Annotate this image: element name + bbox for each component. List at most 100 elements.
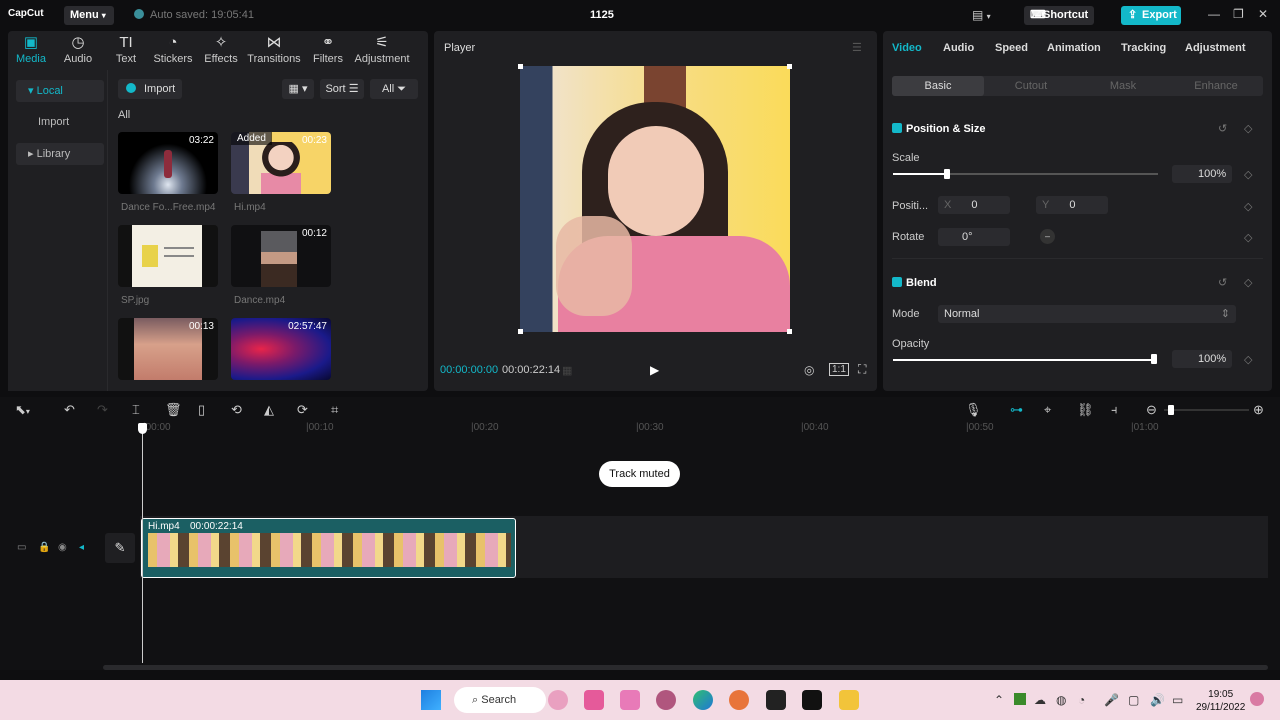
- timeline-scrollbar[interactable]: [103, 665, 1268, 670]
- speaker-muted-icon[interactable]: ◂: [79, 542, 84, 553]
- reset-icon[interactable]: ↺: [1218, 276, 1227, 289]
- position-y-input[interactable]: Y0: [1036, 196, 1108, 214]
- rotate-icon[interactable]: ⟳: [297, 402, 308, 418]
- scale-slider-knob[interactable]: [944, 169, 950, 179]
- cover-icon[interactable]: ▭: [17, 542, 26, 553]
- zoom-out-icon[interactable]: ⊖: [1146, 402, 1157, 418]
- subtab-cutout[interactable]: Cutout: [985, 76, 1077, 96]
- zoom-slider-knob[interactable]: [1168, 405, 1174, 415]
- tab-effects[interactable]: ✧ Effects: [204, 33, 238, 65]
- sidebar-item-local[interactable]: ▾ Local: [16, 80, 104, 102]
- tab-text[interactable]: TI Text: [114, 33, 138, 65]
- clock[interactable]: 19:05 29/11/2022: [1196, 688, 1245, 714]
- tab-tracking[interactable]: Tracking: [1121, 42, 1166, 54]
- sidebar-item-library[interactable]: ▸ Library: [16, 143, 104, 165]
- maps-icon[interactable]: [729, 690, 749, 710]
- resize-handle[interactable]: [787, 329, 792, 334]
- mirror-icon[interactable]: ◭: [264, 402, 274, 418]
- close-icon[interactable]: ✕: [1258, 7, 1268, 21]
- minimize-icon[interactable]: —: [1208, 7, 1220, 21]
- windows-start-icon[interactable]: [421, 690, 441, 710]
- link-icon[interactable]: ⊶: [1010, 402, 1023, 418]
- chain-icon[interactable]: ⛓: [1077, 402, 1094, 418]
- shortcut-button[interactable]: ⌨ Shortcut: [1024, 6, 1094, 25]
- opacity-slider[interactable]: [893, 359, 1153, 361]
- media-item[interactable]: 02:57:47: [231, 318, 331, 380]
- rotate-dial[interactable]: –: [1040, 229, 1055, 244]
- tab-audio[interactable]: Audio: [943, 42, 974, 54]
- view-toggle[interactable]: ▦ ▾: [282, 79, 314, 99]
- tab-adjustment[interactable]: Adjustment: [1185, 42, 1246, 54]
- notification-icon[interactable]: ▢: [1128, 693, 1139, 707]
- wifi-icon[interactable]: ◔: [1078, 693, 1085, 707]
- keyframe-icon[interactable]: ◇: [1244, 276, 1252, 289]
- zoom-slider[interactable]: [1164, 409, 1249, 411]
- snap-icon[interactable]: ⌖: [1044, 402, 1051, 418]
- media-item[interactable]: 00:13: [118, 318, 218, 380]
- playhead-handle[interactable]: [138, 423, 147, 434]
- volume-icon[interactable]: 🔊: [1150, 693, 1165, 707]
- grid-icon[interactable]: ▦: [562, 364, 572, 377]
- keyframe-icon[interactable]: ◇: [1244, 168, 1252, 181]
- camera-icon[interactable]: ◍: [1056, 693, 1066, 707]
- mode-select[interactable]: Normal ⇕: [938, 305, 1236, 323]
- resize-handle[interactable]: [787, 64, 792, 69]
- chevron-up-icon[interactable]: ⌃: [994, 693, 1004, 707]
- undo-icon[interactable]: ↶: [64, 402, 75, 418]
- select-icon[interactable]: ⬉▾: [15, 402, 30, 418]
- nvidia-icon[interactable]: [1014, 693, 1026, 705]
- redo-icon[interactable]: ↷: [97, 402, 108, 418]
- resize-handle[interactable]: [518, 329, 523, 334]
- keyframe-icon[interactable]: ◇: [1244, 122, 1252, 135]
- position-size-section[interactable]: Position & Size: [892, 123, 985, 135]
- keyframe-icon[interactable]: ◇: [1244, 353, 1252, 366]
- export-button[interactable]: ⇪ Export: [1121, 6, 1181, 25]
- subtab-mask[interactable]: Mask: [1077, 76, 1169, 96]
- tab-transitions[interactable]: ⋈ Transitions: [247, 33, 301, 65]
- sidebar-item-import[interactable]: Import: [16, 111, 104, 133]
- microphone-icon[interactable]: 🎙: [965, 402, 982, 418]
- tab-adjustment[interactable]: ⚟ Adjustment: [354, 33, 410, 65]
- ratio-icon[interactable]: 1:1: [829, 363, 849, 376]
- edge-icon[interactable]: [693, 690, 713, 710]
- capcut-icon[interactable]: [802, 690, 822, 710]
- tab-audio[interactable]: ◷ Audio: [62, 33, 94, 65]
- filter-button[interactable]: All ⏷: [370, 79, 418, 99]
- zoom-in-icon[interactable]: ⊕: [1253, 402, 1264, 418]
- opacity-slider-knob[interactable]: [1151, 354, 1157, 364]
- battery-icon[interactable]: ▭: [1172, 693, 1183, 707]
- discord-icon[interactable]: [656, 690, 676, 710]
- capcut-pc-icon[interactable]: [766, 690, 786, 710]
- app-icon[interactable]: [548, 690, 568, 710]
- subtab-basic[interactable]: Basic: [892, 76, 984, 96]
- keyframe-icon[interactable]: ◇: [1244, 200, 1252, 213]
- edit-cover-button[interactable]: ✎: [105, 533, 135, 563]
- freeze-icon[interactable]: ▯: [198, 402, 205, 418]
- subtab-enhance[interactable]: Enhance: [1170, 76, 1262, 96]
- tab-animation[interactable]: Animation: [1047, 42, 1101, 54]
- folder-icon[interactable]: [839, 690, 859, 710]
- notification-badge[interactable]: [1250, 692, 1264, 706]
- media-item[interactable]: [118, 225, 218, 287]
- hamburger-icon[interactable]: ☰: [852, 41, 862, 54]
- ai-app-icon[interactable]: [620, 690, 640, 710]
- taskbar-search[interactable]: ⌕ Search: [454, 687, 546, 713]
- mic-icon[interactable]: 🎤: [1104, 693, 1119, 707]
- scale-input[interactable]: 100%: [1172, 165, 1232, 183]
- cloud-icon[interactable]: ☁: [1034, 693, 1046, 707]
- media-item[interactable]: 03:22: [118, 132, 218, 194]
- import-button[interactable]: Import: [118, 79, 182, 99]
- lock-icon[interactable]: 🔒: [38, 542, 50, 553]
- reverse-icon[interactable]: ⟲: [231, 402, 242, 418]
- tab-filters[interactable]: ⚭ Filters: [312, 33, 344, 65]
- delete-icon[interactable]: 🗑: [165, 402, 182, 418]
- crop-icon[interactable]: ⌗: [331, 402, 338, 418]
- split-icon[interactable]: ⌶: [132, 402, 140, 418]
- app-icon[interactable]: [584, 690, 604, 710]
- play-button[interactable]: ▶: [650, 363, 659, 377]
- blend-section[interactable]: Blend: [892, 277, 937, 289]
- tab-speed[interactable]: Speed: [995, 42, 1028, 54]
- position-x-input[interactable]: X0: [938, 196, 1010, 214]
- preview-axis-icon[interactable]: ⫞: [1111, 402, 1118, 418]
- fullscreen-icon[interactable]: ⛶: [858, 362, 866, 377]
